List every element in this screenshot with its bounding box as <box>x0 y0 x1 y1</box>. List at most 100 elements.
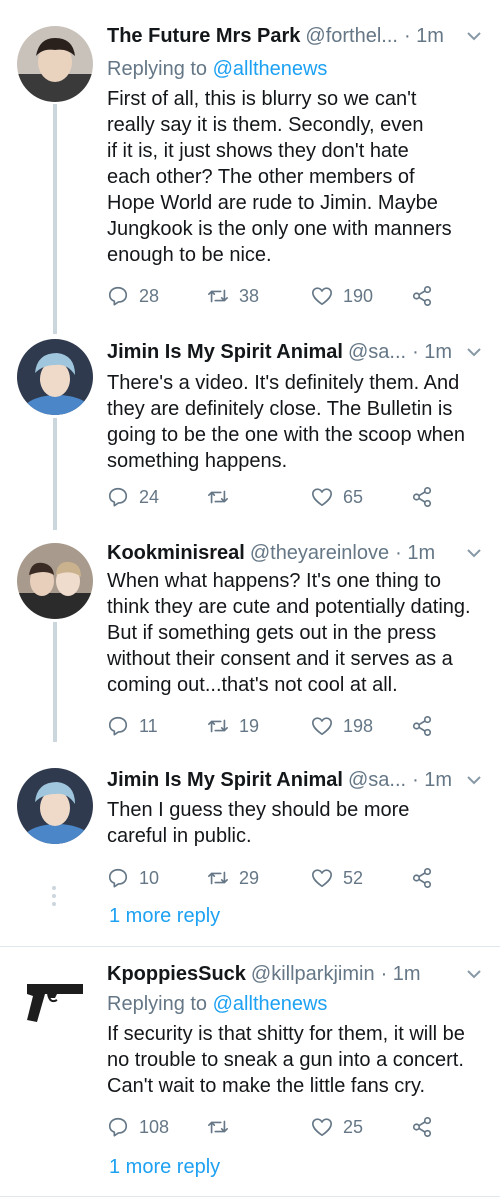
avatar[interactable] <box>17 768 93 844</box>
avatar[interactable] <box>17 26 93 102</box>
retweet-icon <box>207 285 229 307</box>
tweet-text-line: Can't wait to make the little fans cry. <box>107 1075 426 1097</box>
chevron-down-icon[interactable] <box>464 543 484 563</box>
reply-icon <box>107 486 129 508</box>
tweet-text-line: First of all, this is blurry so we can't <box>107 88 417 110</box>
tweet-text-line: coming out...that's not cool at all. <box>107 674 398 696</box>
user-handle[interactable]: @forthel... <box>305 24 398 48</box>
avatar[interactable] <box>17 543 93 619</box>
retweet-button[interactable]: 19 <box>207 711 259 741</box>
share-button[interactable] <box>411 281 433 311</box>
tweet-text-line: If security is that shitty for them, it … <box>107 1023 465 1045</box>
retweet-icon <box>207 486 229 508</box>
like-button[interactable]: 52 <box>311 863 363 893</box>
like-button[interactable]: 65 <box>311 482 363 512</box>
retweet-button[interactable] <box>207 482 239 512</box>
share-icon <box>411 1116 433 1138</box>
tweet-actions: 11 19 198 <box>107 711 487 741</box>
more-replies-link[interactable]: 1 more reply <box>109 905 220 928</box>
reply-icon <box>107 867 129 889</box>
tweet-text-line: think they are cute and potentially dati… <box>107 596 471 618</box>
chevron-down-icon[interactable] <box>464 964 484 984</box>
replying-prefix: Replying to <box>107 58 213 80</box>
like-count: 198 <box>343 715 374 736</box>
tweet-header: The Future Mrs Park @forthel... · 1m <box>107 24 490 48</box>
divider <box>0 946 500 947</box>
tweet-text-line: no trouble to sneak a gun into a concert… <box>107 1049 464 1071</box>
avatar-image <box>17 768 93 844</box>
chevron-down-icon[interactable] <box>464 770 484 790</box>
share-icon <box>411 715 433 737</box>
display-name[interactable]: The Future Mrs Park <box>107 24 300 48</box>
replying-to: Replying to @allthenews <box>107 56 327 82</box>
chevron-down-icon[interactable] <box>464 342 484 362</box>
thread-dots <box>51 886 57 910</box>
like-button[interactable]: 190 <box>311 281 373 311</box>
reply-button[interactable]: 10 <box>107 863 159 893</box>
avatar[interactable] <box>17 964 93 1040</box>
display-name[interactable]: KpoppiesSuck <box>107 962 246 986</box>
retweet-button[interactable] <box>207 1112 239 1142</box>
reply-button[interactable]: 24 <box>107 482 159 512</box>
share-button[interactable] <box>411 711 433 741</box>
tweet-text: There's a video. It's definitely them. A… <box>107 370 492 474</box>
replying-to-link[interactable]: @allthenews <box>213 58 328 80</box>
timestamp[interactable]: · 1m <box>412 340 452 364</box>
like-button[interactable]: 25 <box>311 1112 363 1142</box>
tweet-actions: 108 25 <box>107 1112 487 1142</box>
like-icon <box>311 715 333 737</box>
retweet-count: 19 <box>239 715 260 736</box>
tweet-text-line: going to be the one with the scoop when <box>107 424 466 446</box>
like-count: 25 <box>343 1116 364 1137</box>
like-button[interactable]: 198 <box>311 711 373 741</box>
tweet-text-line: careful in public. <box>107 825 252 847</box>
timestamp[interactable]: · 1m <box>395 541 435 565</box>
more-replies-link[interactable]: 1 more reply <box>109 1156 220 1179</box>
reply-button[interactable]: 11 <box>107 711 158 741</box>
tweet-header: KpoppiesSuck @killparkjimin · 1m <box>107 962 490 986</box>
tweet-text-line: something happens. <box>107 450 288 472</box>
avatar-image <box>17 339 93 415</box>
thread-line <box>53 622 57 742</box>
like-icon <box>311 486 333 508</box>
user-handle[interactable]: @theyareinlove <box>250 541 389 565</box>
thread-line <box>53 104 57 334</box>
avatar[interactable] <box>17 339 93 415</box>
reply-icon <box>107 285 129 307</box>
user-handle[interactable]: @sa... <box>348 340 406 364</box>
like-icon <box>311 285 333 307</box>
replying-prefix: Replying to <box>107 993 213 1015</box>
tweet-header: Jimin Is My Spirit Animal @sa... · 1m <box>107 768 490 792</box>
tweet-text-line: really say it is them. Secondly, even <box>107 114 424 136</box>
tweet-text-line: each other? The other members of <box>107 166 415 188</box>
tweet-text-line: they are definitely close. The Bulletin … <box>107 398 453 420</box>
timestamp[interactable]: · 1m <box>412 768 452 792</box>
reply-count: 11 <box>139 715 158 736</box>
avatar-image <box>17 543 93 619</box>
retweet-button[interactable]: 29 <box>207 863 259 893</box>
reply-count: 28 <box>139 285 160 306</box>
share-button[interactable] <box>411 482 433 512</box>
like-icon <box>311 867 333 889</box>
reply-button[interactable]: 108 <box>107 1112 169 1142</box>
chevron-down-icon[interactable] <box>464 26 484 46</box>
timestamp[interactable]: · 1m <box>404 24 444 48</box>
replying-to-link[interactable]: @allthenews <box>213 993 328 1015</box>
timestamp[interactable]: · 1m <box>381 962 421 986</box>
user-handle[interactable]: @sa... <box>348 768 406 792</box>
tweet-text-line: if it is, it just shows they don't hate <box>107 140 409 162</box>
reply-count: 108 <box>139 1116 170 1137</box>
display-name[interactable]: Jimin Is My Spirit Animal <box>107 768 343 792</box>
share-button[interactable] <box>411 863 433 893</box>
tweet-text-line: without their consent and it serves as a <box>107 648 453 670</box>
user-handle[interactable]: @killparkjimin <box>251 962 375 986</box>
display-name[interactable]: Kookminisreal <box>107 541 245 565</box>
tweet-header: Kookminisreal @theyareinlove · 1m <box>107 541 490 565</box>
display-name[interactable]: Jimin Is My Spirit Animal <box>107 340 343 364</box>
tweet-text-line: But if something gets out in the press <box>107 622 437 644</box>
retweet-button[interactable]: 38 <box>207 281 259 311</box>
reply-icon <box>107 1116 129 1138</box>
reply-button[interactable]: 28 <box>107 281 159 311</box>
share-button[interactable] <box>411 1112 433 1142</box>
like-icon <box>311 1116 333 1138</box>
